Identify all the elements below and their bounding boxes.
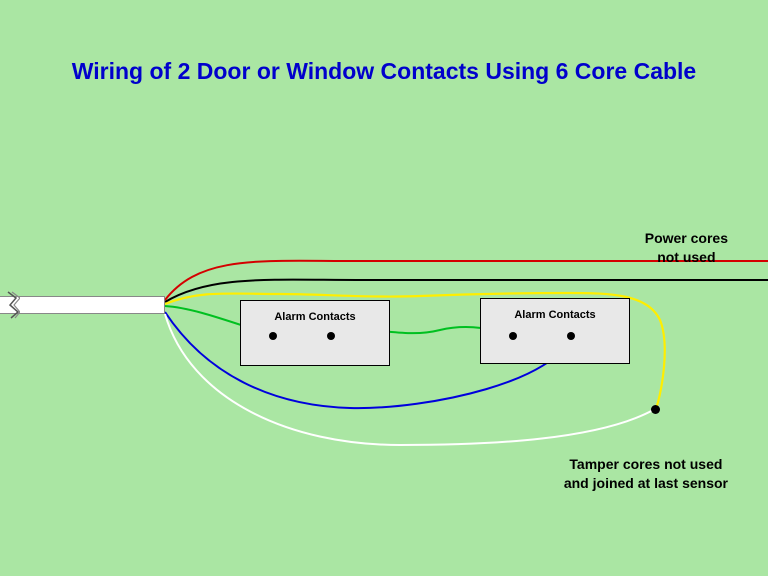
tamper-junction-dot	[651, 405, 660, 414]
terminal-2b	[567, 332, 575, 340]
alarm-contact-box-1: Alarm Contacts	[240, 300, 390, 366]
cable-sheath	[0, 296, 165, 314]
wire-black	[165, 280, 768, 302]
note-tamper-cores: Tamper cores not usedand joined at last …	[564, 455, 728, 493]
terminal-1b	[327, 332, 335, 340]
terminal-2a	[509, 332, 517, 340]
alarm-contact-box-2: Alarm Contacts	[480, 298, 630, 364]
note-power-cores: Power coresnot used	[645, 229, 728, 267]
alarm-contact-label-2: Alarm Contacts	[481, 309, 629, 321]
terminal-1a	[269, 332, 277, 340]
alarm-contact-label-1: Alarm Contacts	[241, 311, 389, 323]
cable-break-icon	[6, 290, 20, 320]
diagram-title: Wiring of 2 Door or Window Contacts Usin…	[0, 58, 768, 85]
